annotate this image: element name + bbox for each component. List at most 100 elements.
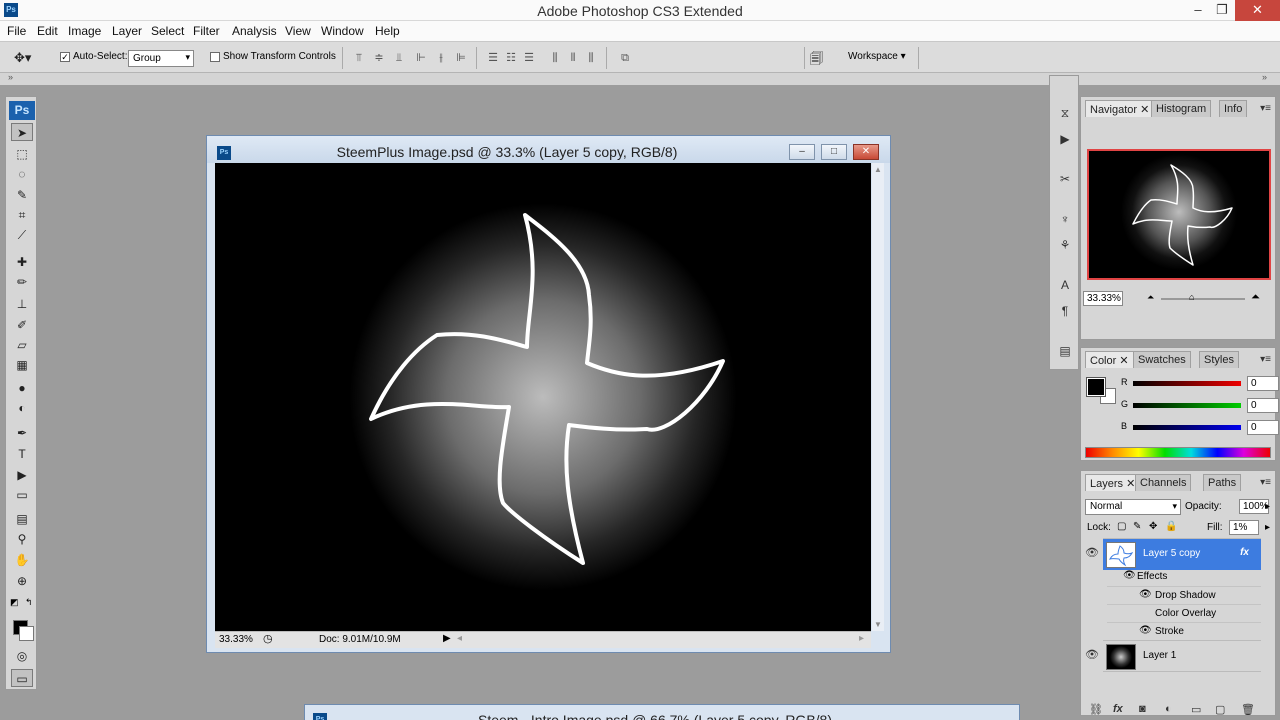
lock-transparency-icon[interactable]: ▢ <box>1117 521 1126 532</box>
zoom-tool-icon[interactable]: ⊕ <box>11 572 33 590</box>
menu-select[interactable]: Select <box>151 24 184 38</box>
lasso-tool-icon[interactable]: ◌ <box>11 165 33 183</box>
layer-effects-icon[interactable]: fx <box>1240 547 1249 558</box>
visibility-eye-icon[interactable]: 👁 <box>1085 648 1099 661</box>
pen-tool-icon[interactable]: ✒ <box>11 424 33 442</box>
menu-help[interactable]: Help <box>375 24 400 38</box>
workspace-menu[interactable]: Workspace ▾ <box>848 51 906 62</box>
delete-layer-icon[interactable]: 🗑 <box>1241 703 1255 716</box>
zoom-in-icon[interactable]: ⏶ <box>1251 291 1260 304</box>
fill-field[interactable]: 1% <box>1229 520 1259 535</box>
blue-value-field[interactable]: 0 <box>1247 420 1279 435</box>
collapse-icon[interactable]: » <box>8 72 13 82</box>
effects-group-row[interactable]: 👁 Effects <box>1107 568 1261 586</box>
effect-row-stroke[interactable]: 👁 Stroke <box>1107 622 1261 640</box>
scroll-up-icon[interactable]: ▲ <box>874 165 882 174</box>
distribute-left-icon[interactable]: ⫼ <box>548 51 562 65</box>
quick-mask-icon[interactable]: ◎ <box>11 647 33 665</box>
background-color-swatch[interactable] <box>19 626 34 641</box>
canvas[interactable] <box>215 163 871 631</box>
opacity-arrow-icon[interactable]: ▸ <box>1265 501 1270 512</box>
align-left-icon[interactable]: ⊩ <box>414 51 428 65</box>
green-value-field[interactable]: 0 <box>1247 398 1279 413</box>
distribute-bottom-icon[interactable]: ☰ <box>522 51 536 65</box>
fill-arrow-icon[interactable]: ▸ <box>1265 522 1270 533</box>
tab-navigator[interactable]: Navigator ✕ <box>1085 100 1155 117</box>
document-title-bar[interactable]: Ps SteemPlus Image.psd @ 33.3% (Layer 5 … <box>207 136 890 163</box>
history-icon[interactable]: ⧖ <box>1055 104 1075 122</box>
panel-menu-icon[interactable]: ▾≡ <box>1260 103 1271 114</box>
doc-minimize-button[interactable]: – <box>789 144 815 160</box>
new-layer-icon[interactable]: ▢ <box>1215 703 1225 716</box>
path-selection-tool-icon[interactable]: ▶ <box>11 466 33 484</box>
lock-position-icon[interactable]: ✥ <box>1149 521 1157 532</box>
panel-menu-icon[interactable]: ▾≡ <box>1260 354 1271 365</box>
lock-pixels-icon[interactable]: ✎ <box>1133 521 1141 532</box>
eyedropper-tool-icon[interactable]: ⚲ <box>11 530 33 548</box>
menu-filter[interactable]: Filter <box>193 24 220 38</box>
distribute-top-icon[interactable]: ☰ <box>486 51 500 65</box>
gradient-tool-icon[interactable]: ▦ <box>11 356 33 374</box>
tab-paths[interactable]: Paths <box>1203 474 1242 491</box>
menu-analysis[interactable]: Analysis <box>232 24 277 38</box>
dodge-tool-icon[interactable]: ◐ <box>11 399 33 417</box>
tab-layers[interactable]: Layers ✕ <box>1085 474 1141 491</box>
healing-brush-tool-icon[interactable]: ✚ <box>11 253 33 271</box>
scroll-left-icon[interactable]: ◂ <box>457 633 462 644</box>
menu-file[interactable]: File <box>7 24 26 38</box>
visibility-eye-icon[interactable]: 👁 <box>1123 570 1136 581</box>
add-mask-icon[interactable]: ◙ <box>1139 703 1146 715</box>
align-top-icon[interactable]: ⫪ <box>352 51 366 65</box>
second-document-window[interactable]: Ps Steem - Intro Image.psd @ 66.7% (Laye… <box>304 704 1020 720</box>
visibility-eye-icon[interactable]: 👁 <box>1139 625 1152 636</box>
paragraph-icon[interactable]: ¶ <box>1055 302 1075 320</box>
eraser-tool-icon[interactable]: ▱ <box>11 336 33 354</box>
scroll-down-icon[interactable]: ▼ <box>874 620 882 629</box>
move-tool-icon[interactable]: ➤ <box>11 123 33 141</box>
layer-row-layer-1[interactable]: Layer 1 <box>1103 640 1261 672</box>
zoom-out-icon[interactable]: ⏶ <box>1147 292 1154 303</box>
adjustment-layer-icon[interactable]: ◐ <box>1165 703 1172 715</box>
brushes-icon[interactable]: ♆ <box>1055 210 1075 228</box>
distribute-vcenter-icon[interactable]: ☷ <box>504 51 518 65</box>
vertical-scrollbar[interactable]: ▲ ▼ <box>872 163 884 631</box>
close-button[interactable]: ✕ <box>1235 0 1280 21</box>
foreground-color-swatch[interactable] <box>1086 377 1106 397</box>
red-value-field[interactable]: 0 <box>1247 376 1279 391</box>
menu-view[interactable]: View <box>285 24 311 38</box>
auto-select-checkbox[interactable]: ✓ <box>60 52 70 62</box>
navigator-preview[interactable] <box>1087 149 1271 280</box>
clone-stamp-tool-icon[interactable]: ⊥ <box>11 295 33 313</box>
menu-window[interactable]: Window <box>321 24 364 38</box>
status-options-icon[interactable]: ◷ <box>263 632 273 645</box>
add-layer-style-icon[interactable]: fx <box>1113 703 1123 715</box>
align-vertical-center-icon[interactable]: ≑ <box>372 51 386 65</box>
brush-tool-icon[interactable]: ✏ <box>11 273 33 291</box>
effect-row-drop-shadow[interactable]: 👁 Drop Shadow <box>1107 586 1261 604</box>
blur-tool-icon[interactable]: ● <box>11 379 33 397</box>
show-transform-checkbox[interactable] <box>210 52 220 62</box>
character-icon[interactable]: A <box>1055 276 1075 294</box>
align-horizontal-center-icon[interactable]: ⫲ <box>434 51 448 65</box>
marquee-tool-icon[interactable]: ⬚ <box>11 145 33 163</box>
restore-button[interactable]: ❐ <box>1209 0 1235 21</box>
layer-comps-icon[interactable]: ▤ <box>1055 342 1075 360</box>
tab-swatches[interactable]: Swatches <box>1133 351 1191 368</box>
tab-channels[interactable]: Channels <box>1135 474 1192 491</box>
clone-source-icon[interactable]: ⚘ <box>1055 236 1075 254</box>
doc-close-button[interactable]: ✕ <box>853 144 879 160</box>
layer-row-layer-5-copy[interactable]: Layer 5 copy fx <box>1103 538 1261 570</box>
actions-icon[interactable]: ▶ <box>1055 130 1075 148</box>
blend-mode-dropdown[interactable]: Normal ▾ <box>1085 499 1181 515</box>
minimize-button[interactable]: – <box>1185 0 1211 21</box>
menu-image[interactable]: Image <box>68 24 101 38</box>
tab-histogram[interactable]: Histogram <box>1151 100 1212 117</box>
zoom-level[interactable]: 33.33% <box>219 634 253 645</box>
align-right-icon[interactable]: ⊫ <box>454 51 468 65</box>
tab-info[interactable]: Info <box>1219 100 1248 117</box>
hand-tool-icon[interactable]: ✋ <box>11 551 33 569</box>
visibility-eye-icon[interactable]: 👁 <box>1085 546 1099 559</box>
green-slider[interactable] <box>1133 403 1241 408</box>
move-tool-preset-icon[interactable]: ✥▾ <box>14 50 31 66</box>
tool-presets-icon[interactable]: ✂ <box>1055 170 1075 188</box>
